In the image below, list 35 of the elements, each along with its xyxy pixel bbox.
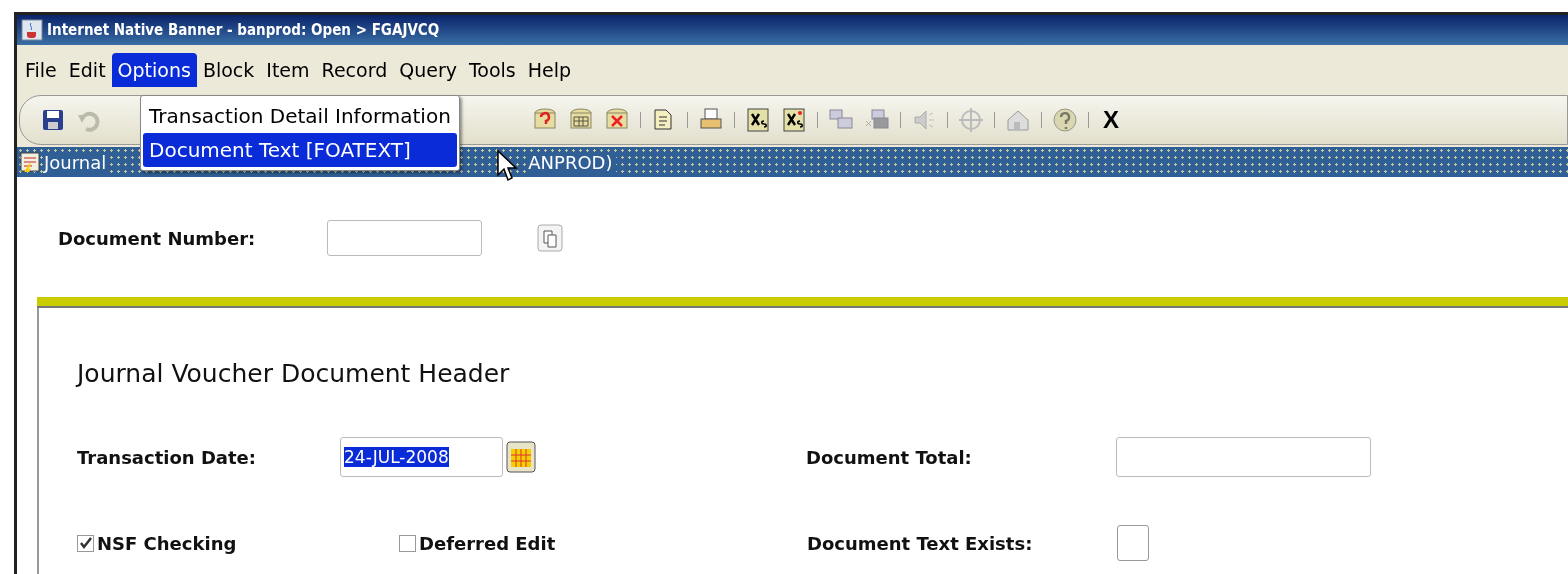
document-number-field[interactable] — [327, 220, 483, 256]
copy-icon[interactable] — [537, 224, 564, 252]
checkbox-label: Deferred Edit — [419, 532, 556, 554]
document-total-field[interactable] — [1116, 437, 1371, 477]
menu-item[interactable]: Block — [196, 53, 261, 87]
checkbox[interactable] — [77, 534, 94, 552]
menu-item[interactable]: Item — [260, 53, 316, 87]
java-cup-icon — [21, 19, 43, 41]
window-title: Internet Native Banner - banprod: Open > FGAJVCQ — [47, 21, 440, 39]
menu-item[interactable]: Transaction Detail Information — [143, 99, 457, 133]
menu-item[interactable]: Record — [315, 53, 394, 87]
menu-item[interactable]: Edit — [62, 53, 112, 87]
checkbox-label: NSF Checking — [97, 532, 237, 554]
xs-icon[interactable] — [745, 107, 771, 133]
menu-item[interactable]: File — [19, 53, 63, 87]
exit-button[interactable]: X — [1099, 106, 1123, 134]
save-icon[interactable] — [40, 107, 66, 133]
field-label: Transaction Date: — [77, 446, 257, 468]
field-label: Document Number: — [58, 227, 256, 249]
checkbox[interactable] — [399, 534, 416, 552]
menu-item[interactable]: Query — [393, 53, 463, 87]
checkbox[interactable] — [1117, 525, 1149, 561]
field-label: Document Total: — [806, 446, 973, 468]
menu-item[interactable]: Help — [521, 53, 578, 87]
help-icon[interactable] — [1052, 107, 1078, 133]
form-icon — [20, 152, 40, 172]
menu-item[interactable]: Options — [111, 53, 197, 87]
crosshair-icon[interactable] — [958, 107, 984, 133]
section-heading: Journal Voucher Document Header — [77, 359, 511, 388]
xs-icon[interactable] — [781, 107, 807, 133]
calendar-icon[interactable] — [506, 441, 536, 473]
transaction-date-field[interactable]: 24-JUL-2008 — [340, 437, 503, 477]
menu-item[interactable]: Tools — [462, 53, 522, 87]
menu-item[interactable]: Document Text [FOATEXT] — [143, 133, 457, 167]
field-label: Document Text Exists: — [807, 532, 1034, 554]
